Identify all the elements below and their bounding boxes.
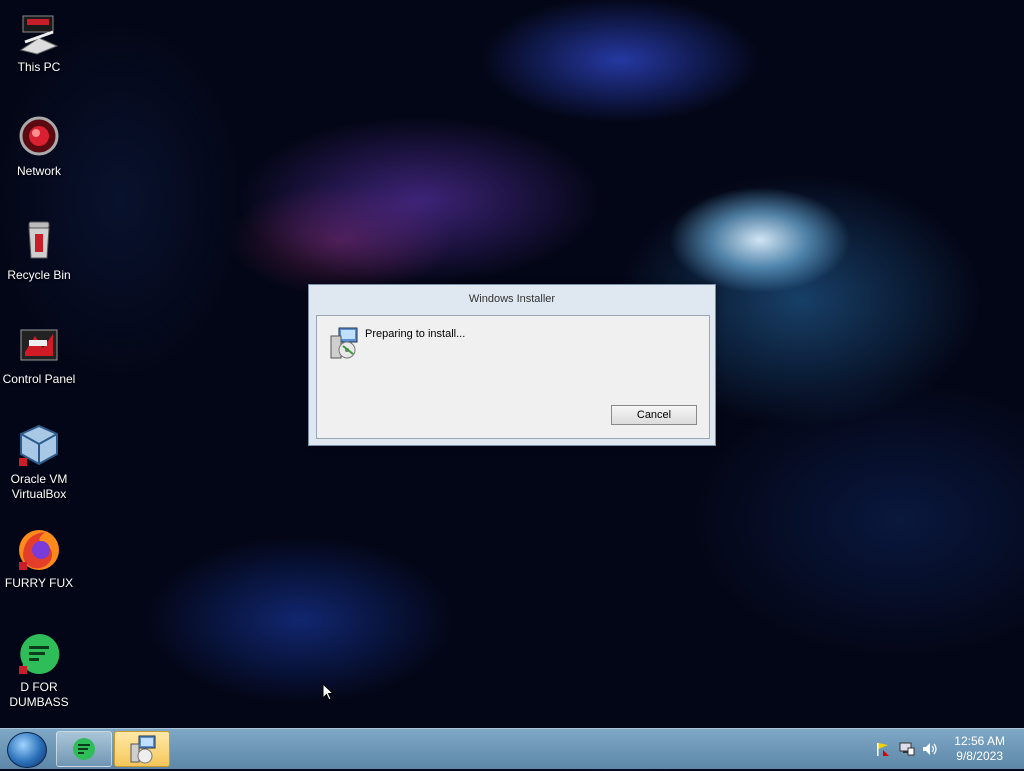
virtualbox-icon (15, 422, 63, 470)
desktop-icon-label: Recycle Bin (7, 268, 71, 282)
network-icon (15, 114, 63, 162)
desktop-icon-label: D FOR DUMBASS (9, 680, 69, 709)
system-clock[interactable]: 12:56 AM 9/8/2023 (954, 734, 1005, 764)
dialog-content: Preparing to install... Cancel (316, 315, 710, 439)
firefox-icon (15, 526, 63, 574)
chat-app-icon (15, 630, 63, 678)
taskbar: 12:56 AM 9/8/2023 (0, 728, 1024, 769)
clock-time: 12:56 AM (954, 734, 1005, 748)
cancel-button[interactable]: Cancel (611, 405, 697, 425)
desktop-icon-furry-fux[interactable]: FURRY FUX (1, 526, 77, 591)
installer-icon (130, 735, 156, 764)
desktop-icon-this-pc[interactable]: This PC (1, 10, 77, 75)
mouse-cursor-icon (322, 682, 335, 706)
start-button[interactable] (7, 732, 47, 768)
control-panel-icon (15, 322, 63, 370)
desktop-icon-d-for-dumbass[interactable]: D FOR DUMBASS (1, 630, 77, 710)
this-pc-icon (15, 10, 63, 58)
dialog-title: Windows Installer (468, 293, 556, 305)
desktop-icon-label: This PC (17, 60, 61, 74)
desktop-icon-control-panel[interactable]: Control Panel (1, 322, 77, 387)
desktop-icon-label: Control Panel (2, 372, 76, 386)
desktop-icon-recycle-bin[interactable]: Recycle Bin (1, 218, 77, 283)
desktop-icon-label: Oracle VM VirtualBox (10, 472, 68, 501)
desktop-icon-virtualbox[interactable]: Oracle VM VirtualBox (1, 422, 77, 502)
network-tray-icon[interactable] (899, 742, 915, 756)
taskbar-chat-app[interactable] (56, 731, 112, 767)
desktop-icon-label: Network (16, 164, 61, 178)
action-center-flag-icon[interactable] (875, 742, 891, 756)
taskbar-windows-installer[interactable] (114, 731, 170, 767)
desktop-icon-network[interactable]: Network (1, 114, 77, 179)
dialog-message: Preparing to install... (365, 328, 466, 340)
desktop-icon-label: FURRY FUX (4, 576, 74, 590)
installer-icon (329, 326, 359, 360)
chat-app-icon (73, 738, 95, 760)
volume-icon[interactable] (922, 742, 938, 756)
windows-installer-dialog: Windows Installer Preparing to install..… (308, 284, 716, 446)
recycle-bin-icon (15, 218, 63, 266)
clock-date: 9/8/2023 (956, 749, 1003, 763)
